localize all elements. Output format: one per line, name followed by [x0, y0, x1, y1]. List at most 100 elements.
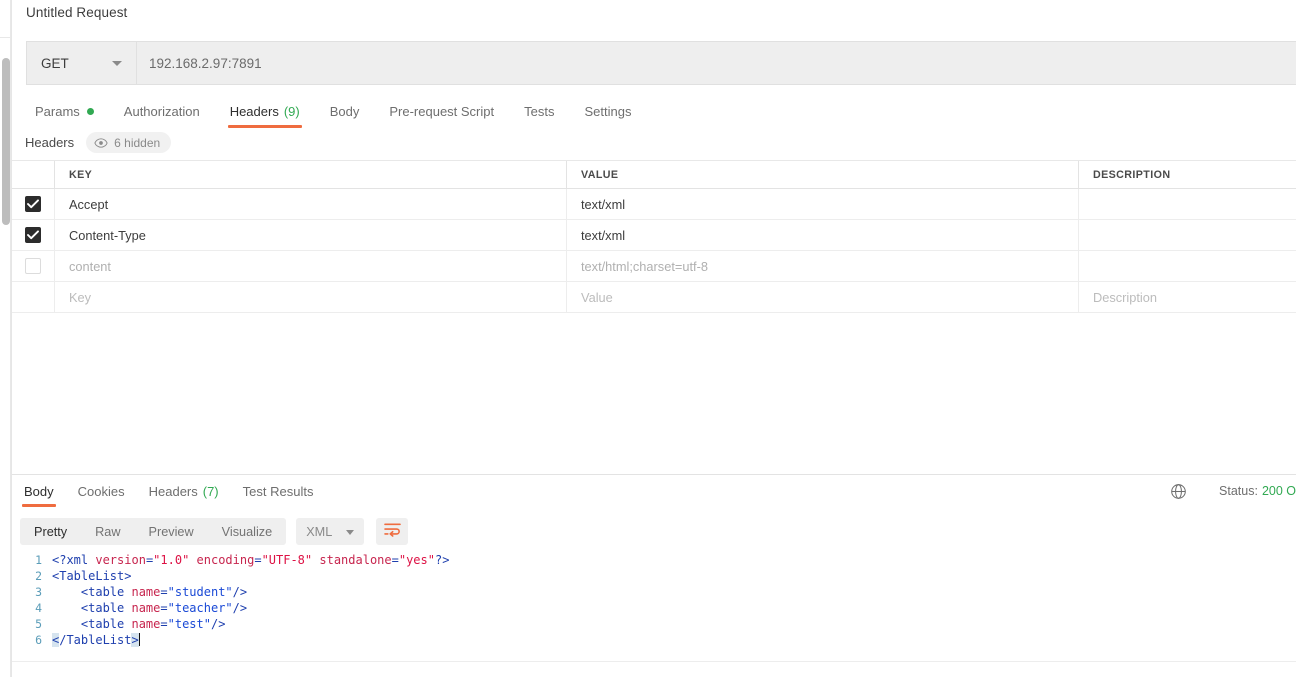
view-mode-pretty[interactable]: Pretty [20, 518, 81, 545]
table-row[interactable]: content text/html;charset=utf-8 [12, 251, 1296, 282]
response-body-code[interactable]: 1 <?xml version="1.0" encoding="UTF-8" st… [12, 552, 1296, 665]
row-checkbox[interactable] [25, 258, 41, 274]
vertical-scrollbar-thumb[interactable] [2, 58, 10, 225]
line-number: 1 [35, 553, 42, 567]
code-token: version [95, 553, 146, 567]
http-method-select[interactable]: GET [27, 42, 137, 84]
row-checkbox[interactable] [25, 196, 41, 212]
code-line: 4 <table name="teacher"/> [12, 600, 1296, 616]
header-key[interactable]: content [55, 251, 566, 281]
code-token: encoding [196, 553, 255, 567]
tab-headers[interactable]: Headers (9) [215, 96, 315, 128]
active-tab-underline [227, 125, 302, 128]
page-title: Untitled Request [26, 5, 128, 20]
header-key[interactable]: Accept [55, 189, 566, 219]
wrap-text-button[interactable] [376, 518, 409, 545]
url-bar: GET 192.168.2.97:7891 [26, 41, 1296, 85]
headers-table: KEY VALUE DESCRIPTION Accept text/xml Co… [12, 160, 1296, 313]
language-label: XML [306, 524, 333, 539]
hidden-headers-toggle[interactable]: 6 hidden [86, 132, 172, 153]
code-token: "teacher" [167, 601, 233, 615]
code-text: </TableList> [52, 633, 141, 647]
response-tab-body[interactable]: Body [12, 477, 66, 507]
view-mode-preview[interactable]: Preview [135, 518, 208, 545]
header-value[interactable]: text/xml [567, 220, 1078, 250]
response-status-area: Status: 200 O [1170, 481, 1296, 501]
header-value[interactable]: text/xml [567, 189, 1078, 219]
response-divider [12, 474, 1296, 475]
tab-tests[interactable]: Tests [509, 96, 569, 126]
hidden-headers-count: 6 hidden [114, 135, 161, 150]
headers-subbar: Headers 6 hidden [25, 132, 172, 153]
code-token: > [131, 633, 139, 647]
code-token: /> [210, 617, 226, 631]
code-text: <table name="teacher"/> [52, 601, 247, 615]
tab-params-label: Params [35, 103, 80, 119]
code-line: 3 <table name="student"/> [12, 584, 1296, 600]
code-token: /TableList [59, 633, 132, 647]
code-line: 5 <table name="test"/> [12, 616, 1296, 632]
line-number: 6 [35, 633, 42, 647]
response-tab-cookies[interactable]: Cookies [66, 477, 137, 505]
response-tab-headers-count: (7) [202, 483, 219, 499]
tab-params[interactable]: Params [20, 96, 109, 126]
view-mode-raw[interactable]: Raw [81, 518, 134, 545]
code-line: 1 <?xml version="1.0" encoding="UTF-8" st… [12, 552, 1296, 568]
request-tabs: Params Authorization Headers (9) Body Pr… [20, 96, 1296, 128]
globe-icon[interactable] [1170, 483, 1187, 500]
new-row-checkbox-cell [12, 282, 55, 312]
code-token: = [160, 617, 168, 631]
url-input[interactable]: 192.168.2.97:7891 [137, 42, 1296, 84]
headers-section-title: Headers [25, 135, 75, 150]
header-checkbox-cell [12, 161, 55, 188]
language-select[interactable]: XML [296, 518, 365, 545]
tab-settings[interactable]: Settings [569, 96, 646, 126]
response-tab-headers-label: Headers [148, 483, 198, 499]
code-token: "test" [167, 617, 211, 631]
column-header-key: KEY [69, 168, 93, 181]
tab-headers-label: Headers [229, 103, 279, 119]
tab-body-label: Body [329, 103, 360, 119]
line-number: 5 [35, 617, 42, 631]
header-description[interactable] [1079, 251, 1296, 281]
view-mode-group: Pretty Raw Preview Visualize [20, 518, 287, 545]
header-description[interactable] [1079, 220, 1296, 250]
table-row[interactable]: Content-Type text/xml [12, 220, 1296, 251]
tab-authorization[interactable]: Authorization [109, 96, 215, 126]
response-tab-headers[interactable]: Headers (7) [137, 477, 231, 505]
tab-pre-request-script[interactable]: Pre-request Script [374, 96, 509, 126]
chevron-down-icon [346, 529, 355, 535]
row-checkbox[interactable] [25, 227, 41, 243]
code-token: "1.0" [153, 553, 190, 567]
new-description-input[interactable]: Description [1079, 282, 1296, 312]
tab-body[interactable]: Body [315, 96, 375, 126]
table-row-new[interactable]: Key Value Description [12, 282, 1296, 313]
header-key[interactable]: Content-Type [55, 220, 566, 250]
text-cursor [138, 633, 141, 646]
table-row[interactable]: Accept text/xml [12, 189, 1296, 220]
code-token: = [160, 585, 168, 599]
response-tab-test-results-label: Test Results [242, 483, 314, 499]
status-badge: 200 O [1261, 484, 1296, 498]
tab-tests-label: Tests [524, 103, 555, 119]
wrap-text-icon [383, 522, 401, 542]
new-value-input[interactable]: Value [567, 282, 1078, 312]
table-header-row: KEY VALUE DESCRIPTION [12, 161, 1296, 189]
code-token: = [391, 553, 399, 567]
code-token: name [131, 617, 161, 631]
status-label: Status: [1219, 484, 1258, 498]
header-value[interactable]: text/html;charset=utf-8 [567, 251, 1078, 281]
code-token: /> [232, 601, 248, 615]
header-description[interactable] [1079, 189, 1296, 219]
tab-authorization-label: Authorization [123, 103, 200, 119]
tab-pre-request-script-label: Pre-request Script [389, 103, 495, 119]
code-token: <table [52, 617, 132, 631]
view-mode-visualize[interactable]: Visualize [208, 518, 287, 545]
code-text: <table name="test"/> [52, 617, 226, 631]
response-tab-body-label: Body [24, 483, 54, 499]
response-tab-test-results[interactable]: Test Results [231, 477, 326, 505]
new-key-input[interactable]: Key [55, 282, 566, 312]
code-token: name [131, 585, 161, 599]
line-number: 3 [35, 585, 42, 599]
